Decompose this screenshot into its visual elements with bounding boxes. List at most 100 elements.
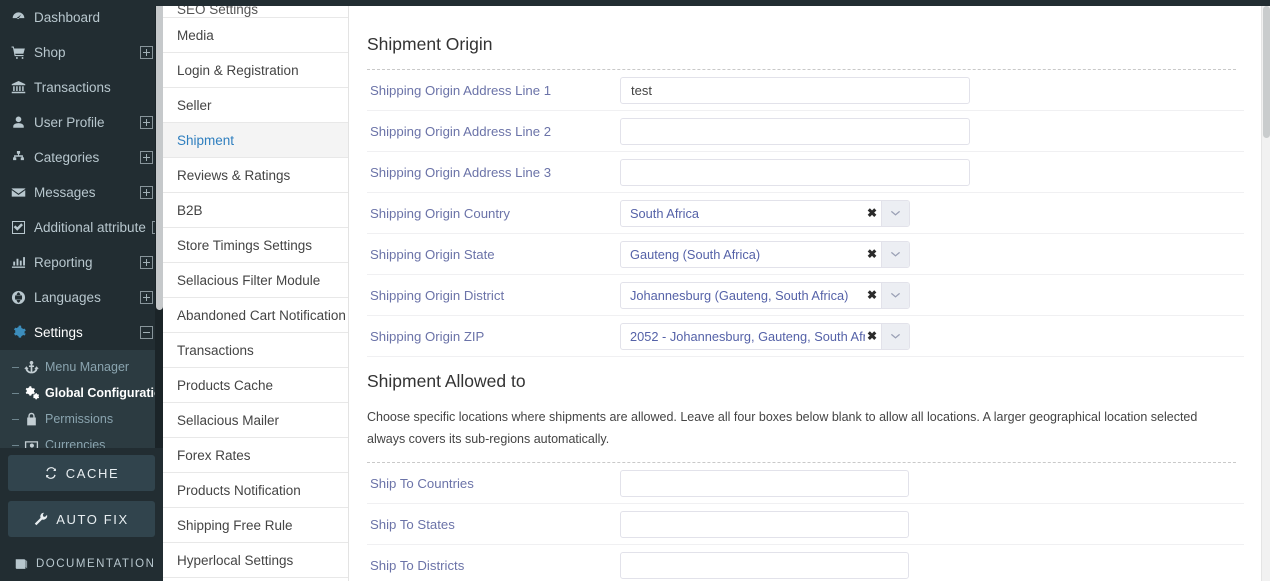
- sidebar-scrollbar-thumb[interactable]: [156, 0, 163, 310]
- sidebar-item-categories[interactable]: Categories: [0, 140, 163, 175]
- select-value: South Africa: [630, 205, 700, 221]
- shipping-origin-country-select[interactable]: South Africa ✖: [620, 199, 910, 227]
- sidebar-item-shop[interactable]: Shop: [0, 35, 163, 70]
- submenu-item-permissions[interactable]: Permissions: [0, 406, 163, 432]
- nav-item-sellacious-mailer[interactable]: Sellacious Mailer: [163, 403, 348, 438]
- lock-icon: [23, 412, 40, 427]
- sidebar-scroll-area: Dashboard Shop Transactions User Profile Cat…: [0, 0, 163, 448]
- tree-dash: [12, 444, 19, 446]
- currency-icon: [23, 438, 40, 448]
- tree-dash: [12, 366, 19, 368]
- field-control: [620, 117, 1244, 145]
- sidebar-item-label: Transactions: [34, 80, 111, 95]
- form-row: Ship To Districts: [367, 545, 1244, 581]
- nav-item-label: Sellacious Mailer: [177, 412, 280, 428]
- expand-icon[interactable]: [140, 151, 153, 164]
- admin-page: Dashboard Shop Transactions User Profile Cat…: [0, 0, 1270, 581]
- expand-icon[interactable]: [140, 291, 153, 304]
- submenu-item-currencies[interactable]: Currencies: [0, 432, 163, 448]
- nav-item-products-notification[interactable]: Products Notification: [163, 473, 348, 508]
- collapse-icon[interactable]: [140, 326, 153, 339]
- auto-fix-button[interactable]: AUTO FIX: [8, 501, 155, 537]
- field-label: Shipping Origin State: [370, 246, 495, 262]
- sidebar-item-label: Shop: [34, 45, 66, 60]
- nav-item-shipping-free-rule[interactable]: Shipping Free Rule: [163, 508, 348, 543]
- submenu-item-label: Permissions: [45, 412, 114, 426]
- nav-item-media[interactable]: Media: [163, 18, 348, 53]
- sidebar-item-transactions[interactable]: Transactions: [0, 70, 163, 105]
- clear-x-icon[interactable]: ✖: [865, 283, 881, 308]
- expand-icon[interactable]: [140, 186, 153, 199]
- sidebar-item-user-profile[interactable]: User Profile: [0, 105, 163, 140]
- nav-item-store-timings-settings[interactable]: Store Timings Settings: [163, 228, 348, 263]
- nav-item-label: Shipping Free Rule: [177, 517, 293, 533]
- page-scrollbar-thumb[interactable]: [1263, 6, 1270, 138]
- field-control: Gauteng (South Africa) ✖: [620, 240, 1244, 268]
- page-scrollbar[interactable]: [1261, 6, 1270, 581]
- nav-item-label: Media: [177, 27, 214, 43]
- sidebar-item-label: Messages: [34, 185, 96, 200]
- expand-icon[interactable]: [140, 256, 153, 269]
- section-title: Shipment Origin: [367, 34, 493, 54]
- submenu-item-global-configuration[interactable]: Global Configuration: [0, 380, 163, 406]
- shipping-origin-address-line-3-input[interactable]: [620, 158, 970, 186]
- sidebar-item-label: Settings: [34, 325, 83, 340]
- field-label: Shipping Origin Address Line 2: [370, 123, 552, 139]
- expand-icon[interactable]: [140, 116, 153, 129]
- form-row: Shipping Origin Address Line 2: [367, 111, 1244, 152]
- expand-icon[interactable]: [140, 46, 153, 59]
- nav-item-label: B2B: [177, 202, 203, 218]
- field-control: 2052 - Johannesburg, Gauteng, South Afri…: [620, 322, 1244, 350]
- nav-item-label: Products Notification: [177, 482, 301, 498]
- ship-to-states-input[interactable]: [620, 510, 909, 538]
- chevron-down-icon[interactable]: [881, 323, 909, 349]
- documentation-link[interactable]: DOCUMENTATION: [8, 547, 155, 581]
- refresh-icon: [44, 466, 58, 480]
- field-label: Shipping Origin District: [370, 287, 505, 303]
- clear-x-icon[interactable]: ✖: [865, 324, 881, 349]
- shipping-origin-address-line-2-input[interactable]: [620, 117, 970, 145]
- field-label: Shipping Origin Country: [370, 205, 511, 221]
- sidebar-item-settings[interactable]: Settings: [0, 315, 163, 350]
- sidebar-item-languages[interactable]: Languages: [0, 280, 163, 315]
- nav-item-login-registration[interactable]: Login & Registration: [163, 53, 348, 88]
- nav-item-hyperlocal-settings[interactable]: Hyperlocal Settings: [163, 543, 348, 578]
- shipping-origin-state-select[interactable]: Gauteng (South Africa) ✖: [620, 240, 910, 268]
- nav-item-shipment[interactable]: Shipment: [163, 123, 348, 158]
- shipping-origin-address-line-1-input[interactable]: [620, 76, 970, 104]
- check-square-icon: [8, 220, 28, 235]
- sidebar-item-messages[interactable]: Messages: [0, 175, 163, 210]
- nav-item-abandoned-cart-notification[interactable]: Abandoned Cart Notification: [163, 298, 348, 333]
- section-description: Choose specific locations where shipment…: [367, 410, 1198, 446]
- sidebar-item-label: Languages: [34, 290, 101, 305]
- nav-item-seller[interactable]: Seller: [163, 88, 348, 123]
- nav-item-forex-rates[interactable]: Forex Rates: [163, 438, 348, 473]
- submenu-item-menu-manager[interactable]: Menu Manager: [0, 354, 163, 380]
- clear-x-icon[interactable]: ✖: [865, 242, 881, 267]
- submenu-item-label: Menu Manager: [45, 360, 130, 374]
- sidebar-scrollbar[interactable]: [155, 0, 163, 448]
- gear-icon: [8, 325, 28, 340]
- nav-item-b2b[interactable]: B2B: [163, 193, 348, 228]
- shipping-origin-district-select[interactable]: Johannesburg (Gauteng, South Africa) ✖: [620, 281, 910, 309]
- cache-button[interactable]: CACHE: [8, 455, 155, 491]
- chevron-down-icon[interactable]: [881, 282, 909, 308]
- field-control: [620, 551, 1244, 579]
- ship-to-districts-input[interactable]: [620, 551, 909, 579]
- sidebar-item-additional-attribute[interactable]: Additional attribute: [0, 210, 163, 245]
- clear-x-icon[interactable]: ✖: [865, 201, 881, 226]
- nav-item-transactions[interactable]: Transactions: [163, 333, 348, 368]
- chevron-down-icon[interactable]: [881, 241, 909, 267]
- chevron-down-icon[interactable]: [881, 200, 909, 226]
- nav-item-products-cache[interactable]: Products Cache: [163, 368, 348, 403]
- user-icon: [8, 115, 28, 130]
- nav-item-reviews-ratings[interactable]: Reviews & Ratings: [163, 158, 348, 193]
- nav-item-label: Seller: [177, 97, 212, 113]
- anchor-icon: [23, 360, 40, 375]
- field-label: Ship To Districts: [370, 557, 465, 573]
- bar-chart-icon: [8, 255, 28, 270]
- shipping-origin-zip-select[interactable]: 2052 - Johannesburg, Gauteng, South Afri…: [620, 322, 910, 350]
- ship-to-countries-input[interactable]: [620, 469, 909, 497]
- sidebar-item-reporting[interactable]: Reporting: [0, 245, 163, 280]
- nav-item-sellacious-filter-module[interactable]: Sellacious Filter Module: [163, 263, 348, 298]
